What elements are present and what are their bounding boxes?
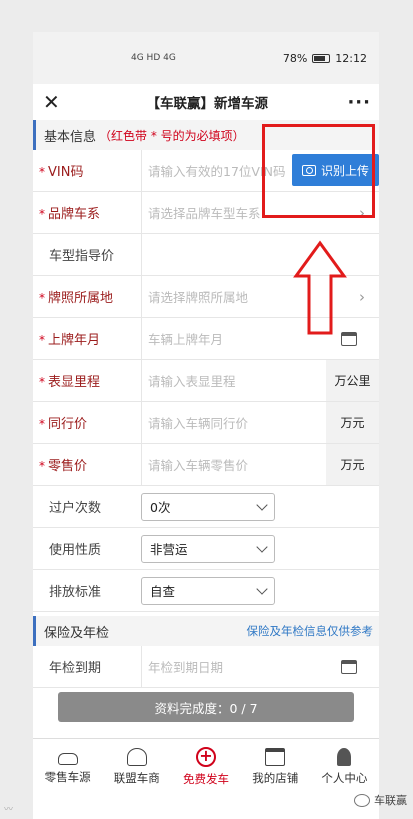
page-title: 【车联赢】新增车源	[146, 96, 268, 112]
bottom-tab-bar: 零售车源 联盟车商 + 免费发车 我的店铺 个人中心	[33, 738, 379, 794]
trade-price-row: * 同行价 请输入车辆同行价 万元	[33, 402, 379, 444]
completion-progress-button[interactable]: 资料完成度：0 / 7	[58, 692, 354, 722]
plate-location-label: 牌照所属地	[48, 291, 114, 306]
car-icon	[57, 752, 78, 765]
mileage-input[interactable]: 请输入表显里程	[141, 360, 326, 401]
battery-icon	[312, 53, 331, 63]
retail-price-row: * 零售价 请输入车辆零售价 万元	[33, 444, 379, 486]
mileage-row: * 表显里程 请输入表显里程 万公里	[33, 360, 379, 402]
status-bar: 4G HD 4G 78% 12:12	[33, 32, 379, 84]
plate-date-label: 上牌年月	[48, 333, 101, 348]
trade-price-label: 同行价	[48, 417, 88, 432]
chevron-down-icon	[256, 582, 268, 595]
retail-price-label: 零售价	[48, 459, 88, 474]
plus-icon: +	[196, 746, 216, 767]
title-bar: ✕ 【车联赢】新增车源 ···	[33, 84, 379, 120]
chevron-down-icon	[256, 498, 268, 511]
emission-row: 排放标准 自查	[33, 570, 379, 612]
inspection-row[interactable]: 年检到期 年检到期日期	[33, 646, 379, 688]
battery-level: 78%	[282, 51, 308, 65]
tab-profile[interactable]: 个人中心	[310, 739, 379, 794]
section-title: 保险及年检	[44, 625, 110, 641]
required-hint: （红色带 * 号的为必填项）	[99, 128, 245, 143]
mileage-unit: 万公里	[326, 360, 379, 401]
transfers-label: 过户次数	[49, 501, 102, 516]
calendar-icon[interactable]	[341, 659, 357, 674]
people-icon	[126, 747, 147, 766]
shop-icon	[265, 747, 286, 766]
usage-row: 使用性质 非营运	[33, 528, 379, 570]
inspection-label: 年检到期	[49, 661, 102, 676]
transfers-row: 过户次数 0次	[33, 486, 379, 528]
transfers-select[interactable]: 0次	[141, 492, 275, 521]
section-title: 基本信息	[44, 129, 97, 145]
emission-label: 排放标准	[49, 585, 102, 600]
tab-free-publish[interactable]: + 免费发车	[171, 739, 240, 794]
section-insurance: 保险及年检 保险及年检信息仅供参考	[33, 616, 379, 646]
tab-alliance-dealers[interactable]: 联盟车商	[102, 739, 171, 794]
tab-my-shop[interactable]: 我的店铺	[241, 739, 310, 794]
trade-price-unit: 万元	[326, 402, 379, 443]
emission-select[interactable]: 自查	[141, 576, 275, 605]
watermark-left: 〰	[4, 805, 14, 815]
chevron-right-icon: ›	[359, 287, 365, 306]
usage-label: 使用性质	[49, 543, 102, 558]
retail-price-unit: 万元	[326, 444, 379, 485]
vin-label: VIN码	[48, 165, 84, 180]
trade-price-input[interactable]: 请输入车辆同行价	[141, 402, 326, 443]
watermark: 车联赢	[354, 792, 407, 808]
mileage-label: 表显里程	[48, 375, 101, 390]
annotation-highlight-box	[262, 124, 375, 218]
insurance-info-link[interactable]: 保险及年检信息仅供参考	[247, 623, 374, 639]
guide-price-label: 车型指导价	[49, 249, 115, 264]
annotation-arrow-icon	[293, 240, 347, 335]
retail-price-input[interactable]: 请输入车辆零售价	[141, 444, 326, 485]
close-icon[interactable]: ✕	[43, 90, 67, 114]
more-menu-icon[interactable]: ···	[347, 92, 371, 113]
clock: 12:12	[335, 51, 367, 65]
usage-select[interactable]: 非营运	[141, 534, 275, 563]
user-icon	[337, 747, 352, 766]
chevron-down-icon	[256, 540, 268, 553]
brand-label: 品牌车系	[48, 207, 101, 222]
tab-retail-cars[interactable]: 零售车源	[33, 739, 102, 794]
wechat-icon	[354, 793, 370, 807]
signal-indicator: 4G HD 4G	[131, 53, 176, 63]
